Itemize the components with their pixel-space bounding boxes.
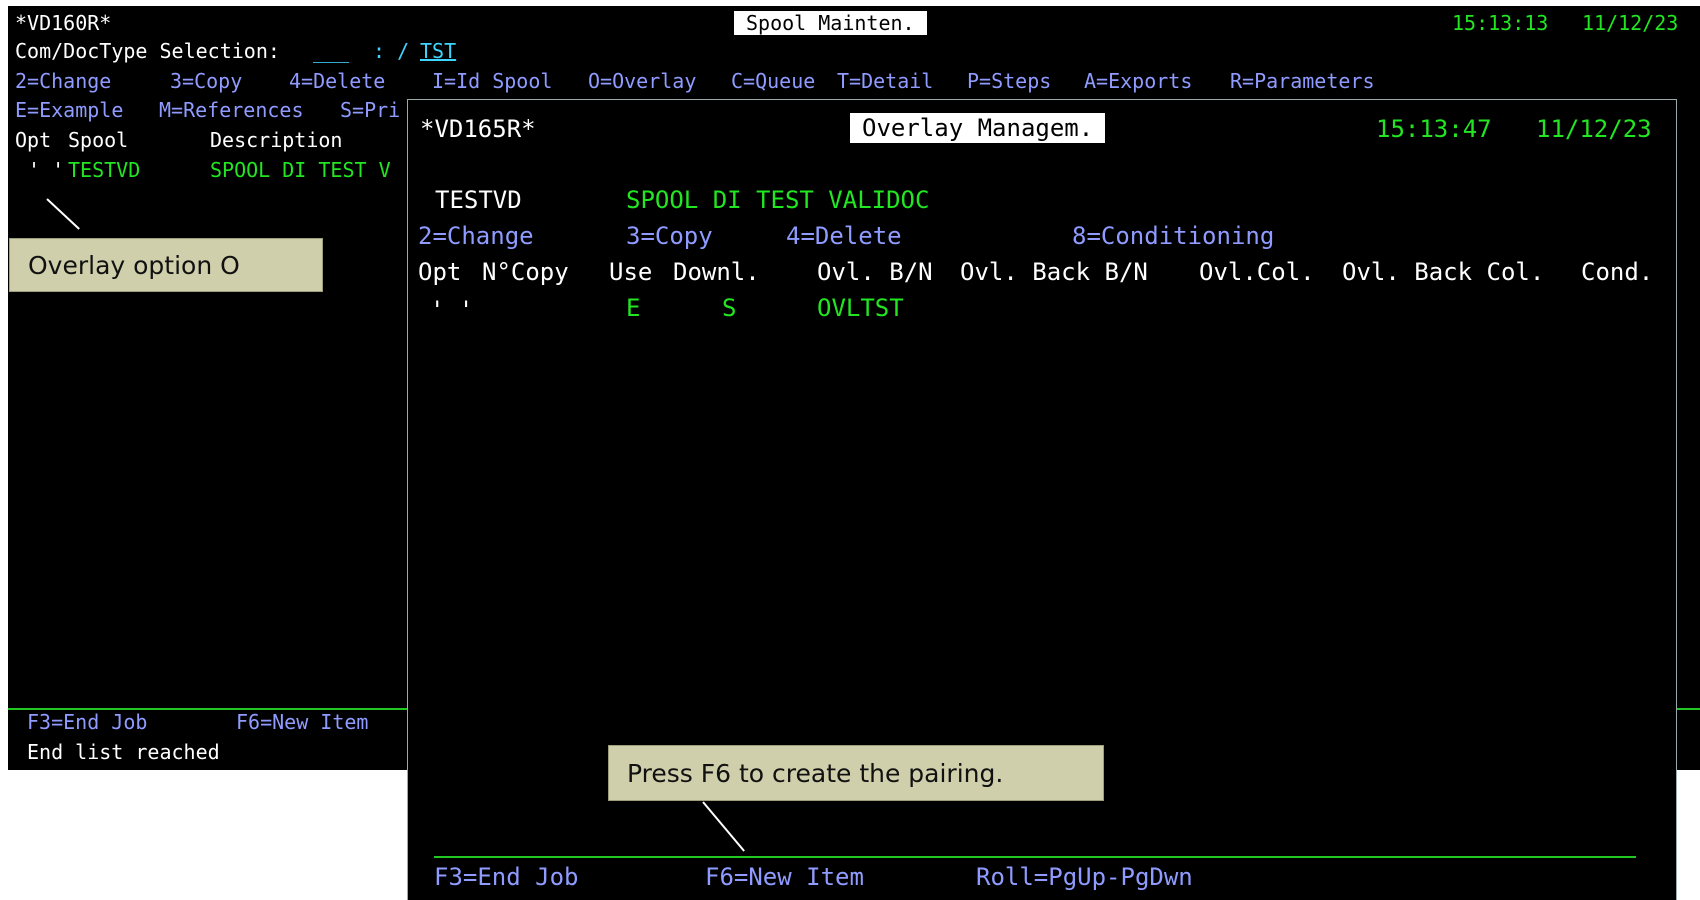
spool-description: SPOOL DI TEST VALIDOC [626, 186, 930, 214]
program-name: *VD160R* [15, 11, 112, 35]
program-name: *VD165R* [420, 115, 536, 143]
status-message: End list reached [27, 740, 220, 764]
clock-time: 15:13:13 [1452, 11, 1549, 35]
option-steps: P=Steps [967, 69, 1052, 93]
option-change: 2=Change [15, 69, 112, 93]
row-option-input[interactable]: ' ' [28, 158, 64, 182]
callout-press-f6: Press F6 to create the pairing. [608, 745, 1104, 801]
option-references: M=References [159, 98, 304, 122]
row-description: SPOOL DI TEST V [210, 158, 391, 182]
option-copy: 3=Copy [170, 69, 243, 93]
option-print: S=Pri [340, 98, 401, 122]
option-id-spool: I=Id Spool [432, 69, 553, 93]
option-delete: 4=Delete [786, 222, 902, 250]
fkey-end-job[interactable]: F3=End Job [434, 862, 579, 892]
header-use: Use [609, 258, 653, 286]
option-detail: T=Detail [837, 69, 934, 93]
row-option-input[interactable]: ' ' [430, 295, 473, 325]
option-parameters: R=Parameters [1230, 69, 1375, 93]
option-conditioning: 8=Conditioning [1072, 222, 1275, 250]
header-ovl-back-col: Ovl. Back Col. [1342, 258, 1545, 286]
screen-title: Overlay Managem. [850, 113, 1106, 143]
fkey-roll[interactable]: Roll=PgUp-PgDwn [976, 862, 1193, 892]
clock-time: 15:13:47 [1376, 115, 1492, 143]
header-downl: Downl. [673, 258, 760, 286]
selection-separator: : / [373, 39, 410, 63]
selection-label: Com/DocType Selection: [15, 39, 280, 63]
clock-date: 11/12/23 [1582, 11, 1679, 35]
option-exports: A=Exports [1084, 69, 1193, 93]
header-opt: Opt [418, 258, 462, 286]
header-spool: Spool [68, 128, 129, 152]
option-copy: 3=Copy [626, 222, 713, 250]
header-ncopy: N°Copy [482, 258, 569, 286]
fkey-end-job[interactable]: F3=End Job [27, 710, 147, 734]
header-opt: Opt [15, 128, 52, 152]
header-description: Description [210, 128, 343, 152]
header-ovl-bn: Ovl. B/N [817, 258, 933, 286]
row-downl: S [722, 294, 737, 322]
row-use: E [626, 294, 641, 322]
company-input[interactable]: ___ [313, 39, 349, 63]
screen-title: Spool Mainten. [734, 11, 927, 35]
header-ovl-back-bn: Ovl. Back B/N [960, 258, 1148, 286]
fkey-new-item[interactable]: F6=New Item [236, 710, 368, 734]
row-overlay: OVLTST [817, 294, 904, 322]
option-overlay: O=Overlay [588, 69, 697, 93]
option-change: 2=Change [418, 222, 534, 250]
option-queue: C=Queue [731, 69, 816, 93]
row-spool: TESTVD [68, 158, 141, 182]
option-example: E=Example [15, 98, 124, 122]
fkey-new-item[interactable]: F6=New Item [705, 862, 864, 892]
clock-date: 11/12/23 [1536, 115, 1652, 143]
spool-name: TESTVD [435, 186, 522, 214]
header-cond: Cond. [1581, 258, 1654, 286]
doctype-input[interactable]: TST [420, 39, 456, 63]
header-ovl-col: Ovl.Col. [1199, 258, 1315, 286]
option-delete: 4=Delete [289, 69, 386, 93]
footer-divider [434, 856, 1636, 858]
callout-overlay-option: Overlay option O [9, 238, 323, 292]
